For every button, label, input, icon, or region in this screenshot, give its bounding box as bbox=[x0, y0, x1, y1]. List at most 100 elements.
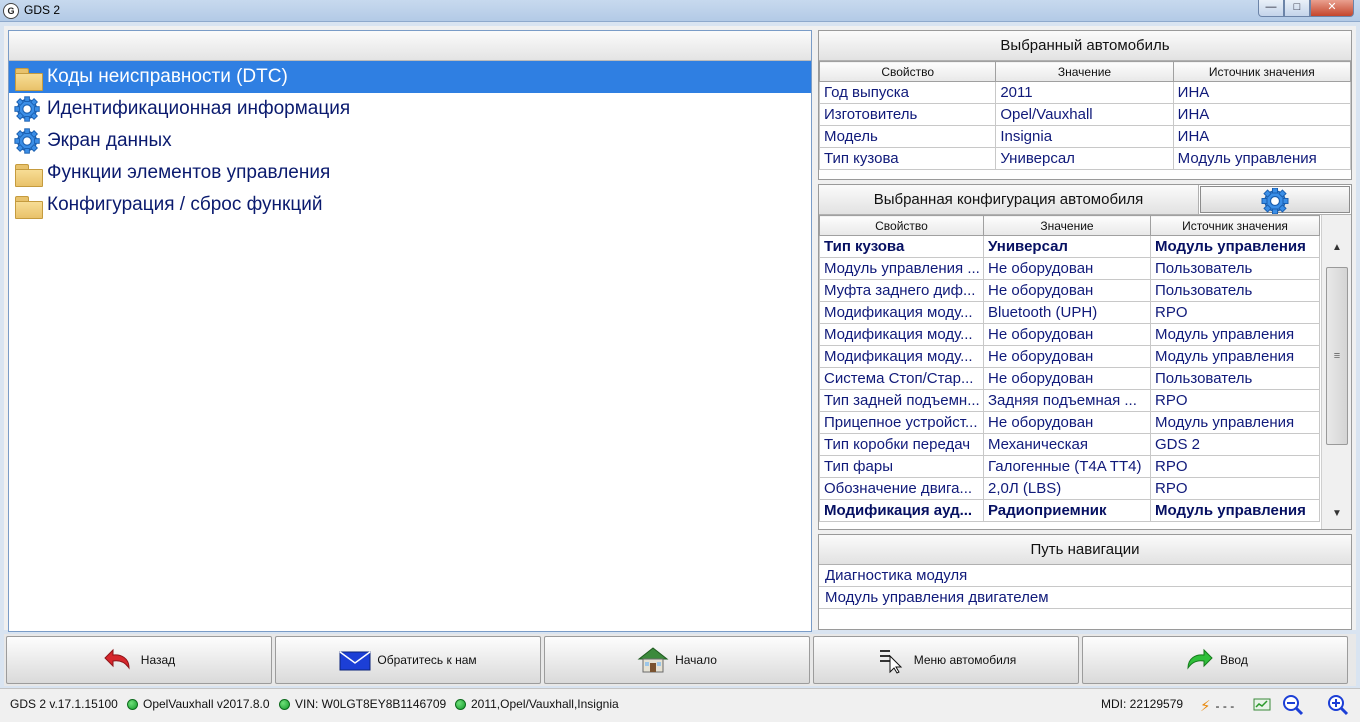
vehicle-configuration-panel: Выбранная конфигурация автомобиля Свойст… bbox=[818, 184, 1352, 530]
home-icon bbox=[637, 646, 669, 674]
scroll-down-arrow[interactable]: ▼ bbox=[1322, 503, 1352, 525]
status-ok-icon bbox=[279, 698, 290, 710]
scroll-thumb[interactable]: ≡ bbox=[1326, 267, 1348, 445]
table-row[interactable]: Тип кузова Универсал Модуль управления bbox=[819, 235, 1320, 258]
tree-item[interactable]: Экран данных bbox=[9, 125, 811, 157]
close-button[interactable]: ✕ bbox=[1310, 0, 1354, 17]
navigation-path-item[interactable]: Диагностика модуля bbox=[819, 565, 1351, 587]
table-row[interactable]: Муфта заднего диф... Не оборудован Пользов… bbox=[819, 279, 1320, 302]
function-tree-panel: Коды неисправности (DTC) Идентификационна… bbox=[8, 30, 812, 632]
table-cell: Модуль управления bbox=[1150, 345, 1320, 368]
table-row[interactable]: Модификация моду... Не оборудован Модуль у… bbox=[819, 345, 1320, 368]
configuration-scrollbar[interactable]: ▲ ≡ ▼ bbox=[1321, 215, 1351, 529]
table-cell: Модификация моду... bbox=[819, 323, 984, 346]
status-mdi: MDI: 22129579 bbox=[1101, 697, 1183, 711]
home-button[interactable]: Начало bbox=[544, 636, 810, 684]
table-row[interactable]: Тип задней подъемн... Задняя подъемная ..… bbox=[819, 389, 1320, 412]
tree-item-label: Функции элементов управления bbox=[47, 162, 331, 183]
navigation-path-item[interactable]: Модуль управления двигателем bbox=[819, 587, 1351, 609]
table-row[interactable]: Обозначение двига... 2,0Л (LBS) RPO bbox=[819, 477, 1320, 500]
table-row[interactable]: Год выпуска 2011 ИНА bbox=[818, 81, 1352, 104]
contact-us-button-label: Обратитесь к нам bbox=[377, 653, 477, 667]
tree-item[interactable]: Функции элементов управления bbox=[9, 157, 811, 189]
minimize-button[interactable]: — bbox=[1258, 0, 1284, 17]
table-row[interactable]: Модель Insignia ИНА bbox=[818, 125, 1352, 148]
table-cell: Модуль управления ... bbox=[819, 257, 984, 280]
folder-icon bbox=[13, 160, 43, 187]
column-header[interactable]: Значение bbox=[995, 61, 1174, 82]
table-row[interactable]: Прицепное устройст... Не оборудован Модуль… bbox=[819, 411, 1320, 434]
table-cell: Галогенные (T4A TT4) bbox=[983, 455, 1151, 478]
zoom-in-icon[interactable] bbox=[1327, 694, 1349, 716]
tree-item[interactable]: Конфигурация / сброс функций bbox=[9, 189, 811, 221]
configuration-settings-button[interactable] bbox=[1200, 186, 1350, 214]
table-cell: Не оборудован bbox=[983, 345, 1151, 368]
table-cell: Обозначение двига... bbox=[819, 477, 984, 500]
column-header[interactable]: Источник значения bbox=[1150, 215, 1320, 236]
status-dataset: OpelVauxhall v2017.8.0 bbox=[127, 697, 270, 711]
table-cell: Тип коробки передач bbox=[819, 433, 984, 456]
table-cell: Задняя подъемная ... bbox=[983, 389, 1151, 412]
folder-icon bbox=[13, 64, 43, 91]
table-cell: Модификация моду... bbox=[819, 345, 984, 368]
table-row[interactable]: Тип фары Галогенные (T4A TT4) RPO bbox=[819, 455, 1320, 478]
monitor-icon[interactable] bbox=[1253, 696, 1271, 714]
status-tools bbox=[1253, 694, 1349, 716]
column-header[interactable]: Источник значения bbox=[1172, 61, 1352, 82]
enter-arrow-icon bbox=[1182, 646, 1214, 674]
table-row[interactable]: Тип кузова Универсал Модуль управления bbox=[818, 147, 1352, 170]
table-row[interactable]: Система Стоп/Стар... Не оборудован Пользов… bbox=[819, 367, 1320, 390]
zoom-out-icon[interactable] bbox=[1282, 694, 1304, 716]
table-cell: Пользователь bbox=[1150, 279, 1320, 302]
column-header[interactable]: Значение bbox=[983, 215, 1151, 236]
vehicle-text: 2011,Opel/Vauxhall,Insignia bbox=[471, 697, 619, 711]
configuration-header: Выбранная конфигурация автомобиля bbox=[819, 185, 1351, 215]
configuration-table-body: Свойство Значение Источник значения Тип ку… bbox=[819, 215, 1351, 529]
table-cell: 2011 bbox=[995, 81, 1174, 104]
status-vin: VIN: W0LGT8EY8B1146709 bbox=[279, 697, 446, 711]
table-cell: Модель bbox=[818, 125, 997, 148]
tree-item-label: Коды неисправности (DTC) bbox=[47, 66, 288, 87]
tree-item[interactable]: Идентификационная информация bbox=[9, 93, 811, 125]
enter-button[interactable]: Ввод bbox=[1082, 636, 1348, 684]
main-client-area: Коды неисправности (DTC) Идентификационна… bbox=[4, 26, 1356, 632]
window-controls: — □ ✕ bbox=[1258, 0, 1354, 18]
maximize-button[interactable]: □ bbox=[1284, 0, 1310, 17]
window-titlebar: G GDS 2 — □ ✕ bbox=[0, 0, 1360, 22]
tree-header bbox=[9, 31, 811, 61]
table-row[interactable]: Модуль управления ... Не оборудован Пользо… bbox=[819, 257, 1320, 280]
back-button-label: Назад bbox=[140, 653, 176, 667]
home-button-label: Начало bbox=[675, 653, 717, 667]
column-header[interactable]: Свойство bbox=[819, 215, 984, 236]
status-link: ⚡ - - - bbox=[1200, 697, 1234, 715]
status-ok-icon bbox=[455, 698, 466, 710]
gear-icon bbox=[13, 128, 43, 154]
back-button[interactable]: Назад bbox=[6, 636, 272, 684]
table-cell: Модуль управления bbox=[1172, 147, 1352, 170]
table-cell: ИНА bbox=[1172, 103, 1352, 126]
scroll-up-arrow[interactable]: ▲ bbox=[1322, 237, 1352, 259]
table-row[interactable]: Изготовитель Opel/Vauxhall ИНА bbox=[818, 103, 1352, 126]
table-row[interactable]: Модификация моду... Bluetooth (UPH) RPO bbox=[819, 301, 1320, 324]
menu-icon bbox=[876, 646, 908, 674]
table-cell: Изготовитель bbox=[818, 103, 997, 126]
table-row[interactable]: Модификация моду... Не оборудован Модуль у… bbox=[819, 323, 1320, 346]
back-arrow-icon bbox=[103, 646, 135, 674]
table-cell: Механическая bbox=[983, 433, 1151, 456]
vehicle-menu-button[interactable]: Меню автомобиля bbox=[813, 636, 1079, 684]
status-vehicle: 2011,Opel/Vauxhall,Insignia bbox=[455, 697, 619, 711]
table-row[interactable]: Модификация ауд... Радиоприемник Модуль уп… bbox=[819, 499, 1320, 522]
table-cell: Модификация ауд... bbox=[819, 499, 984, 522]
table-cell: Тип кузова bbox=[818, 147, 997, 170]
tree-item-label: Идентификационная информация bbox=[47, 98, 351, 119]
table-row[interactable]: Тип коробки передач Механическая GDS 2 bbox=[819, 433, 1320, 456]
table-cell: Тип задней подъемн... bbox=[819, 389, 984, 412]
table-cell: ИНА bbox=[1172, 81, 1352, 104]
contact-us-button[interactable]: Обратитесь к нам bbox=[275, 636, 541, 684]
table-cell: RPO bbox=[1150, 477, 1320, 500]
navigation-path-title: Путь навигации bbox=[819, 535, 1351, 565]
table-cell: 2,0Л (LBS) bbox=[983, 477, 1151, 500]
tree-item[interactable]: Коды неисправности (DTC) bbox=[9, 61, 811, 93]
column-header[interactable]: Свойство bbox=[818, 61, 997, 82]
table-cell: Модуль управления bbox=[1150, 411, 1320, 434]
